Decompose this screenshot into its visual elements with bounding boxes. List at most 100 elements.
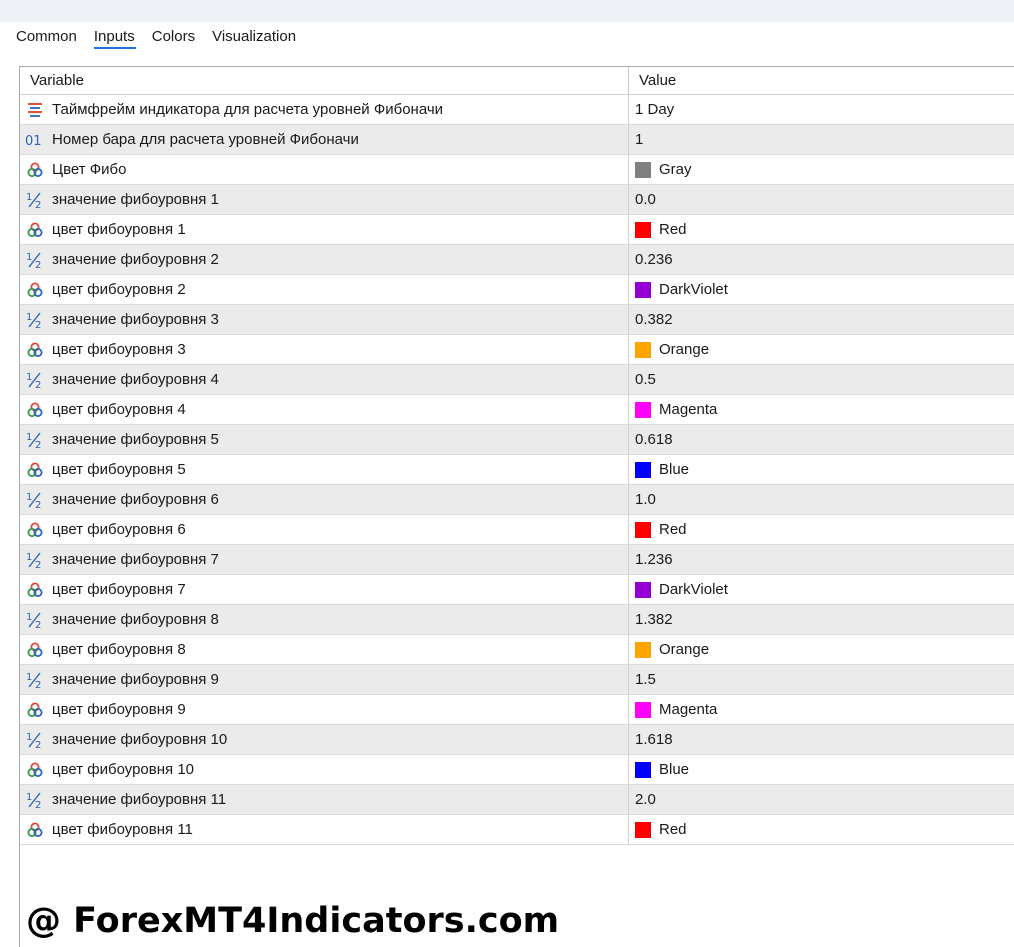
variable-name: цвет фибоуровня 3 (52, 341, 186, 358)
table-row[interactable]: 1 2 значение фибоуровня 6 1.0 (20, 485, 1014, 515)
value-text: Blue (659, 761, 690, 778)
value-cell[interactable]: 1 (629, 125, 643, 154)
svg-text:2: 2 (35, 260, 41, 269)
variable-name: значение фибоуровня 4 (52, 371, 219, 388)
value-cell[interactable]: 1.236 (629, 545, 673, 574)
value-text: 1 Day (635, 101, 675, 118)
variable-cell: 1 2 значение фибоуровня 3 (20, 305, 629, 334)
color-icon (24, 401, 46, 419)
fraction-icon: 12 (24, 611, 46, 629)
value-cell[interactable]: 0.0 (629, 185, 656, 214)
value-cell[interactable]: 0.382 (629, 305, 673, 334)
svg-text:2: 2 (35, 620, 41, 629)
value-cell[interactable]: DarkViolet (629, 275, 728, 304)
value-cell[interactable]: 2.0 (629, 785, 656, 814)
table-row[interactable]: 1 2 значение фибоуровня 9 1.5 (20, 665, 1014, 695)
value-cell[interactable]: 0.236 (629, 245, 673, 274)
color-swatch (635, 401, 651, 418)
column-header-variable[interactable]: Variable (20, 67, 629, 94)
color-swatch (635, 581, 651, 598)
color-icon (24, 761, 46, 779)
table-row[interactable]: цвет фибоуровня 4 Magenta (20, 395, 1014, 425)
table-row[interactable]: 1 2 значение фибоуровня 5 0.618 (20, 425, 1014, 455)
tab-common[interactable]: Common (8, 22, 86, 55)
color-icon (24, 161, 46, 179)
table-header: Variable Value (20, 67, 1014, 95)
table-row[interactable]: 1 2 значение фибоуровня 8 1.382 (20, 605, 1014, 635)
timeframe-icon (24, 101, 46, 119)
color-icon (24, 461, 46, 479)
variable-name: цвет фибоуровня 1 (52, 221, 186, 238)
value-cell[interactable]: 0.5 (629, 365, 656, 394)
variable-cell: цвет фибоуровня 2 (20, 275, 629, 304)
value-cell[interactable]: 1.5 (629, 665, 656, 694)
value-cell[interactable]: Magenta (629, 395, 717, 424)
table-row[interactable]: цвет фибоуровня 1 Red (20, 215, 1014, 245)
variable-cell: цвет фибоуровня 1 (20, 215, 629, 244)
column-header-value[interactable]: Value (629, 67, 676, 94)
value-cell[interactable]: Orange (629, 635, 709, 664)
table-row[interactable]: цвет фибоуровня 2 DarkViolet (20, 275, 1014, 305)
table-row[interactable]: цвет фибоуровня 3 Orange (20, 335, 1014, 365)
variable-name: значение фибоуровня 9 (52, 671, 219, 688)
table-row[interactable]: цвет фибоуровня 8 Orange (20, 635, 1014, 665)
value-cell[interactable]: Orange (629, 335, 709, 364)
svg-text:1: 1 (26, 432, 32, 443)
value-cell[interactable]: 0.618 (629, 425, 673, 454)
variable-name: значение фибоуровня 11 (52, 791, 227, 808)
table-row[interactable]: Таймфрейм индикатора для расчета уровней… (20, 95, 1014, 125)
value-text: 2.0 (635, 791, 656, 808)
table-row[interactable]: 1 2 значение фибоуровня 1 0.0 (20, 185, 1014, 215)
svg-text:01: 01 (25, 134, 42, 147)
tab-bar: Common Inputs Colors Visualization (8, 22, 305, 58)
value-cell[interactable]: Red (629, 215, 687, 244)
variable-cell: 1 2 значение фибоуровня 5 (20, 425, 629, 454)
value-cell[interactable]: DarkViolet (629, 575, 728, 604)
fraction-icon: 12 (24, 551, 46, 569)
variable-name: значение фибоуровня 7 (52, 551, 219, 568)
svg-text:1: 1 (26, 732, 32, 743)
table-row[interactable]: 01 Номер бара для расчета уровней Фибонач… (20, 125, 1014, 155)
table-row[interactable]: 1 2 значение фибоуровня 4 0.5 (20, 365, 1014, 395)
table-row[interactable]: 1 2 значение фибоуровня 11 2.0 (20, 785, 1014, 815)
fraction-icon: 12 (24, 431, 46, 449)
variable-cell: 1 2 значение фибоуровня 7 (20, 545, 629, 574)
value-text: Orange (659, 341, 710, 358)
table-row[interactable]: 1 2 значение фибоуровня 10 1.618 (20, 725, 1014, 755)
dialog-top-strip (0, 0, 1014, 22)
value-cell[interactable]: Gray (629, 155, 692, 184)
value-cell[interactable]: Blue (629, 755, 689, 784)
tab-colors[interactable]: Colors (144, 22, 204, 55)
fraction-icon: 12 (24, 191, 46, 209)
variable-name: цвет фибоуровня 5 (52, 461, 186, 478)
table-row[interactable]: цвет фибоуровня 7 DarkViolet (20, 575, 1014, 605)
value-cell[interactable]: 1 Day (629, 95, 674, 124)
table-row[interactable]: 1 2 значение фибоуровня 3 0.382 (20, 305, 1014, 335)
table-row[interactable]: цвет фибоуровня 11 Red (20, 815, 1014, 845)
table-row[interactable]: цвет фибоуровня 5 Blue (20, 455, 1014, 485)
table-row[interactable]: 1 2 значение фибоуровня 2 0.236 (20, 245, 1014, 275)
value-text: 1.236 (635, 551, 673, 568)
variable-name: значение фибоуровня 5 (52, 431, 219, 448)
tab-visualization[interactable]: Visualization (204, 22, 305, 55)
table-row[interactable]: цвет фибоуровня 10 Blue (20, 755, 1014, 785)
variable-name: цвет фибоуровня 2 (52, 281, 186, 298)
color-icon (24, 821, 46, 839)
svg-text:2: 2 (35, 500, 41, 509)
value-cell[interactable]: Red (629, 515, 687, 544)
value-cell[interactable]: Magenta (629, 695, 717, 724)
table-row[interactable]: цвет фибоуровня 6 Red (20, 515, 1014, 545)
value-cell[interactable]: 1.618 (629, 725, 673, 754)
tab-inputs[interactable]: Inputs (86, 22, 144, 55)
table-row[interactable]: Цвет Фибо Gray (20, 155, 1014, 185)
value-cell[interactable]: 1.382 (629, 605, 673, 634)
table-row[interactable]: цвет фибоуровня 9 Magenta (20, 695, 1014, 725)
variable-name: цвет фибоуровня 7 (52, 581, 186, 598)
value-cell[interactable]: Blue (629, 455, 689, 484)
value-cell[interactable]: 1.0 (629, 485, 656, 514)
color-icon (24, 281, 46, 299)
variable-cell: Цвет Фибо (20, 155, 629, 184)
table-row[interactable]: 1 2 значение фибоуровня 7 1.236 (20, 545, 1014, 575)
value-text: Blue (659, 461, 690, 478)
value-cell[interactable]: Red (629, 815, 687, 844)
